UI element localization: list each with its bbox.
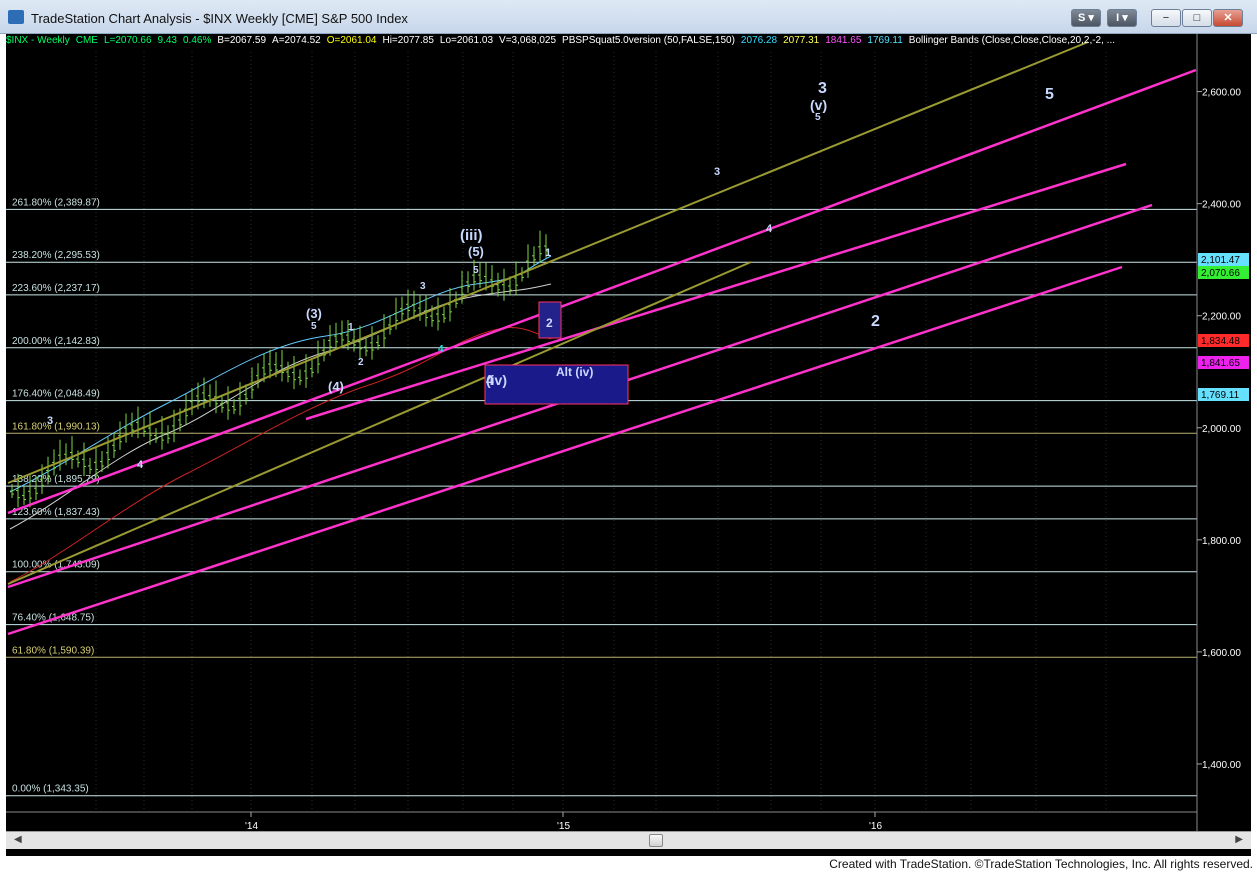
scroll-left-arrow-icon[interactable]: ◀ xyxy=(14,834,22,845)
minimize-button[interactable]: − xyxy=(1151,9,1181,27)
x-axis-label: '14 xyxy=(245,821,258,831)
fib-level-label: 123.60% (1,837.43) xyxy=(12,507,100,518)
window-title: TradeStation Chart Analysis - $INX Weekl… xyxy=(31,11,408,26)
fib-level-label: 200.00% (2,142.83) xyxy=(12,336,100,347)
wave-label: 5 xyxy=(815,112,821,123)
wave-label: (3) xyxy=(306,306,322,321)
fib-level-label: 223.60% (2,237.17) xyxy=(12,283,100,294)
x-axis-label: '16 xyxy=(869,821,882,831)
fib-level-label: 61.80% (1,590.39) xyxy=(12,645,94,656)
y-axis-label: 2,000.00 xyxy=(1202,424,1241,435)
footer: Created with TradeStation. ©TradeStation… xyxy=(0,856,1257,872)
volume: V=3,068,025 xyxy=(499,35,557,46)
price-badge-label: 2,070.66 xyxy=(1201,268,1240,279)
net-change: 9.43 xyxy=(157,35,177,46)
y-axis-label: 1,600.00 xyxy=(1202,648,1241,659)
s-menu-button[interactable]: S ▾ xyxy=(1071,9,1101,27)
y-axis-label: 2,600.00 xyxy=(1202,88,1241,99)
fib-level-label: 161.80% (1,990.13) xyxy=(12,421,100,432)
wave-label: 5 xyxy=(473,265,479,276)
last-price: L=2070.66 xyxy=(103,35,152,46)
bid-price: B=2067.59 xyxy=(217,35,267,46)
wave-label: 4 xyxy=(766,223,773,235)
copyright-text: Created with TradeStation. ©TradeStation… xyxy=(829,857,1253,871)
wave-label: 4 xyxy=(137,459,144,471)
bollinger-label: Bollinger Bands (Close,Close,Close,20,2,… xyxy=(908,35,1116,46)
wave-label: 4 xyxy=(438,344,444,355)
wave-label: 1 xyxy=(348,322,354,333)
maximize-button[interactable]: □ xyxy=(1182,9,1212,27)
price-badge-label: 1,769.11 xyxy=(1201,390,1240,401)
wave-label: 2 xyxy=(358,357,364,368)
wave-label: (iii) xyxy=(460,227,483,244)
high-price: Hi=2077.85 xyxy=(382,35,434,46)
wave-label: 4 xyxy=(486,372,494,388)
chart-area[interactable]: 261.80% (2,389.87) 238.20% (2,295.53) 223.… xyxy=(6,34,1251,856)
horizontal-scrollbar[interactable]: ◀ ▶ xyxy=(6,831,1251,849)
scroll-right-arrow-icon[interactable]: ▶ xyxy=(1235,834,1243,845)
y-axis-label: 2,400.00 xyxy=(1202,200,1241,211)
fib-level-label: 238.20% (2,295.53) xyxy=(12,250,100,261)
y-axis-label: 2,200.00 xyxy=(1202,312,1241,323)
indicator-value-4: 1769.11 xyxy=(867,35,903,46)
wave-label: 1 xyxy=(545,247,551,259)
indicator-name: PBSPSquat5.0version (50,FALSE,150) xyxy=(562,35,735,46)
wave-label: (5) xyxy=(468,244,484,259)
indicator-value-2: 2077.31 xyxy=(783,35,820,46)
status-line: $INX - Weekly CME L=2070.66 9.43 0.46% B=2067… xyxy=(6,34,1197,47)
price-badge-label: 1,834.48 xyxy=(1201,336,1240,347)
fib-level-label: 0.00% (1,343.35) xyxy=(12,784,89,795)
window-titlebar: TradeStation Chart Analysis - $INX Weekl… xyxy=(0,0,1257,34)
fib-level-label: 176.40% (2,048.49) xyxy=(12,389,100,400)
indicator-value-3: 1841.65 xyxy=(825,35,862,46)
exchange-label: CME xyxy=(75,35,98,46)
i-menu-button[interactable]: I ▾ xyxy=(1107,9,1137,27)
wave-label: 3 xyxy=(818,80,827,97)
low-price: Lo=2061.03 xyxy=(439,35,494,46)
wave-label: 5 xyxy=(311,321,317,332)
wave-label: (4) xyxy=(328,379,344,394)
wave-label: 5 xyxy=(1045,86,1054,103)
wave-label: 2 xyxy=(871,313,880,330)
x-axis-label: '15 xyxy=(557,821,570,831)
wave-label: 3 xyxy=(420,281,426,292)
fib-level-label: 261.80% (2,389.87) xyxy=(12,197,100,208)
pct-change: 0.46% xyxy=(183,35,212,46)
price-badge-label: 1,841.65 xyxy=(1201,358,1240,369)
price-badge-label: 2,101.47 xyxy=(1201,255,1240,266)
wave-label: 3 xyxy=(47,415,53,427)
symbol-label: $INX - Weekly xyxy=(6,35,70,46)
scroll-thumb[interactable] xyxy=(649,834,663,847)
price-chart[interactable]: 261.80% (2,389.87) 238.20% (2,295.53) 223.… xyxy=(6,34,1251,832)
ask-price: A=2074.52 xyxy=(272,35,321,46)
alt-iv-label: Alt (iv) xyxy=(556,365,593,379)
open-price: O=2061.04 xyxy=(326,35,377,46)
tradestation-app-icon xyxy=(8,10,24,24)
wave-label: (v) xyxy=(810,97,827,113)
indicator-value-1: 2076.28 xyxy=(740,35,778,46)
wave-label: 3 xyxy=(714,166,720,178)
close-button[interactable]: ✕ xyxy=(1213,9,1243,27)
y-axis-label: 1,400.00 xyxy=(1202,760,1241,771)
box-2-label: 2 xyxy=(546,316,553,330)
y-axis-label: 1,800.00 xyxy=(1202,536,1241,547)
